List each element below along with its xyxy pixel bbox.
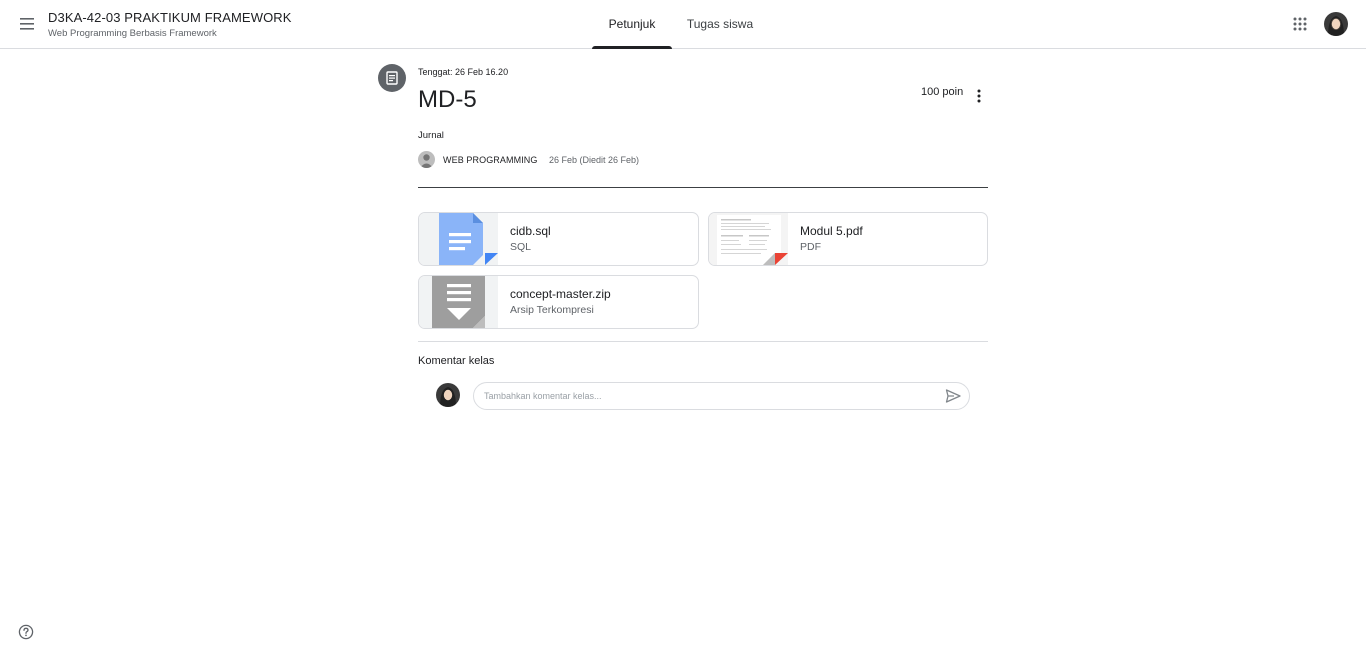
class-title[interactable]: D3KA-42-03 PRAKTIKUM FRAMEWORK <box>48 10 292 25</box>
points-value: 100 poin <box>921 86 964 98</box>
class-subtitle: Web Programming Berbasis Framework <box>48 28 217 39</box>
tab-student-work[interactable]: Tugas siswa <box>680 0 760 48</box>
attachment-name: cidb.sql <box>510 224 551 238</box>
hamburger-menu-icon[interactable] <box>14 11 40 37</box>
author-avatar <box>418 151 435 168</box>
attachment-type: PDF <box>800 241 821 253</box>
user-avatar[interactable] <box>1324 12 1348 36</box>
attachment-card[interactable]: cidb.sql SQL <box>418 212 699 266</box>
assignment-icon <box>378 64 406 92</box>
comment-input[interactable] <box>484 389 934 403</box>
attachment-card[interactable]: concept-master.zip Arsip Terkompresi <box>418 275 699 329</box>
more-options-icon[interactable] <box>968 85 990 107</box>
attachment-card[interactable]: Modul 5.pdf PDF <box>708 212 988 266</box>
comment-box <box>473 382 970 410</box>
attachment-type: Arsip Terkompresi <box>510 304 594 316</box>
attachment-type: SQL <box>510 241 532 253</box>
google-docs-file-icon <box>419 213 498 265</box>
pdf-thumbnail <box>709 213 788 265</box>
archive-file-icon <box>419 276 498 328</box>
tab-instructions[interactable]: Petunjuk <box>592 0 672 49</box>
tab-student-work-label: Tugas siswa <box>686 17 754 31</box>
topic-label: Jurnal <box>418 130 444 141</box>
commenter-avatar <box>436 383 460 407</box>
attachment-name: concept-master.zip <box>510 287 611 301</box>
posted-date: 26 Feb (Diedit 26 Feb) <box>549 155 640 165</box>
due-date: Tenggat: 26 Feb 16.20 <box>418 67 509 77</box>
apps-grid-icon[interactable] <box>1288 12 1312 36</box>
top-app-bar: D3KA-42-03 PRAKTIKUM FRAMEWORK Web Progr… <box>0 0 1366 49</box>
send-icon[interactable] <box>944 388 962 404</box>
help-icon[interactable] <box>18 624 34 640</box>
assignment-title: MD-5 <box>418 86 477 113</box>
class-comments-heading: Komentar kelas <box>418 355 495 367</box>
author-name: WEB PROGRAMMING <box>443 155 538 165</box>
comments-divider <box>418 341 988 342</box>
tab-instructions-label: Petunjuk <box>608 17 656 31</box>
attachment-name: Modul 5.pdf <box>800 224 863 238</box>
header-divider <box>418 187 988 188</box>
